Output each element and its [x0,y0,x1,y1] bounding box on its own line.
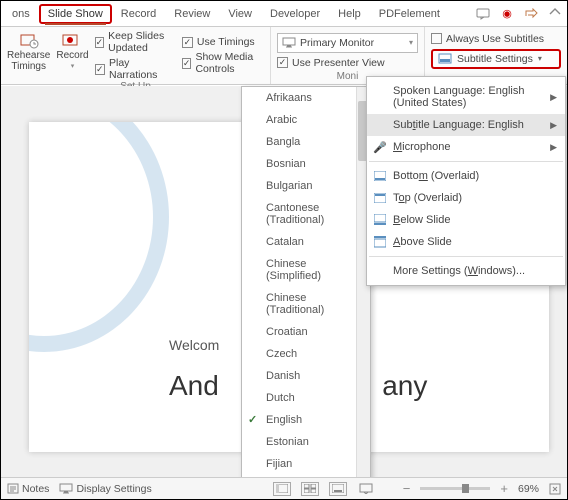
subtitle-icon [438,53,452,64]
language-item[interactable]: Bosnian [242,153,370,175]
menu-divider [369,161,563,162]
tab-view[interactable]: View [219,4,261,24]
language-item[interactable]: Chinese (Simplified) [242,253,370,287]
monitor-icon [59,483,73,494]
zoom-in-button[interactable]: + [500,481,508,496]
tab-partial[interactable]: ons [3,4,39,24]
chevron-down-icon: ▾ [538,54,542,63]
language-item[interactable]: Czech [242,343,370,365]
group-setup: Rehearse Timings Record ▾ ✓Keep Slides U… [1,27,271,84]
zoom-value: 69% [518,483,539,495]
view-reading-button[interactable] [329,482,347,496]
slide-subtitle: Welcom [169,337,219,353]
menu-spoken-language[interactable]: Spoken Language: English (United States)… [367,80,565,114]
language-item[interactable]: Catalan [242,231,370,253]
display-settings-button[interactable]: Display Settings [59,483,151,495]
position-above-icon [373,235,387,249]
menu-above-slide[interactable]: Above Slide [367,231,565,253]
menu-bottom-overlaid[interactable]: Bottom (Overlaid) [367,165,565,187]
tab-help[interactable]: Help [329,4,370,24]
record-button[interactable]: Record ▾ [56,30,88,81]
language-item[interactable]: Arabic [242,109,370,131]
record-label: Record [56,51,88,61]
language-item[interactable]: Afrikaans [242,87,370,109]
notes-icon [7,483,19,494]
tab-pdfelement[interactable]: PDFelement [370,4,449,24]
zoom-slider[interactable] [420,487,490,490]
zoom-out-button[interactable]: − [403,481,411,496]
language-item[interactable]: Bulgarian [242,175,370,197]
language-item[interactable]: Croatian [242,321,370,343]
position-below-icon [373,213,387,227]
language-item[interactable]: Estonian [242,431,370,453]
rehearse-timings-button[interactable]: Rehearse Timings [7,30,50,81]
language-item[interactable]: Cantonese (Traditional) [242,197,370,231]
position-bottom-icon [373,169,387,183]
collapse-icon[interactable] [546,5,564,23]
language-item[interactable]: Fijian [242,453,370,475]
slide-graphic [29,122,169,352]
subtitle-settings-button[interactable]: Subtitle Settings ▾ [431,49,561,69]
record-icon[interactable]: ◉ [498,5,516,23]
view-normal-button[interactable] [273,482,291,496]
chk-play-narrations[interactable]: ✓Play Narrations [95,57,176,81]
menu-microphone[interactable]: 🎤Microphone▶ [367,136,565,158]
monitor-dropdown[interactable]: Primary Monitor ▾ [277,33,418,53]
language-list: AfrikaansArabicBanglaBosnianBulgarianCan… [241,86,371,480]
position-top-icon [373,191,387,205]
comment-icon[interactable] [474,5,492,23]
language-item[interactable]: Chinese (Traditional) [242,287,370,321]
chk-use-timings[interactable]: ✓Use Timings [182,36,264,48]
ribbon-tabs: ons Slide Show Record Review View Develo… [1,1,567,27]
language-item[interactable]: English [242,409,370,431]
microphone-icon: 🎤 [373,140,387,154]
notes-button[interactable]: Notes [7,483,49,495]
menu-top-overlaid[interactable]: Top (Overlaid) [367,187,565,209]
chk-presenter-view[interactable]: ✓Use Presenter View [277,57,418,69]
share-icon[interactable] [522,5,540,23]
menu-divider [369,256,563,257]
tab-developer[interactable]: Developer [261,4,329,24]
chevron-down-icon: ▾ [409,38,413,47]
tab-slideshow[interactable]: Slide Show [39,4,112,24]
dropdown-arrow-icon: ▾ [71,62,75,72]
language-item[interactable]: Danish [242,365,370,387]
view-sorter-button[interactable] [301,482,319,496]
tab-record[interactable]: Record [112,4,165,24]
chevron-right-icon: ▶ [550,92,557,103]
chk-keep-updated[interactable]: ✓Keep Slides Updated [95,30,176,54]
chevron-right-icon: ▶ [550,142,557,153]
language-item[interactable]: Bangla [242,131,370,153]
monitor-icon [282,37,296,48]
chk-always-subtitles[interactable]: Always Use Subtitles [431,33,561,45]
rehearse-label2: Timings [11,62,46,72]
view-slideshow-button[interactable] [357,482,375,496]
chk-show-media[interactable]: ✓Show Media Controls [182,51,264,75]
menu-more-settings[interactable]: More Settings (Windows)... [367,260,565,282]
rehearse-label1: Rehearse [7,51,50,61]
language-item[interactable]: Dutch [242,387,370,409]
status-bar: Notes Display Settings − + 69% [1,477,567,499]
fit-to-window-button[interactable] [549,483,561,495]
menu-below-slide[interactable]: Below Slide [367,209,565,231]
subtitle-settings-menu: Spoken Language: English (United States)… [366,76,566,286]
menu-subtitle-language[interactable]: Subtitle Language: English▶ [367,114,565,136]
chevron-right-icon: ▶ [550,120,557,131]
tab-review[interactable]: Review [165,4,219,24]
